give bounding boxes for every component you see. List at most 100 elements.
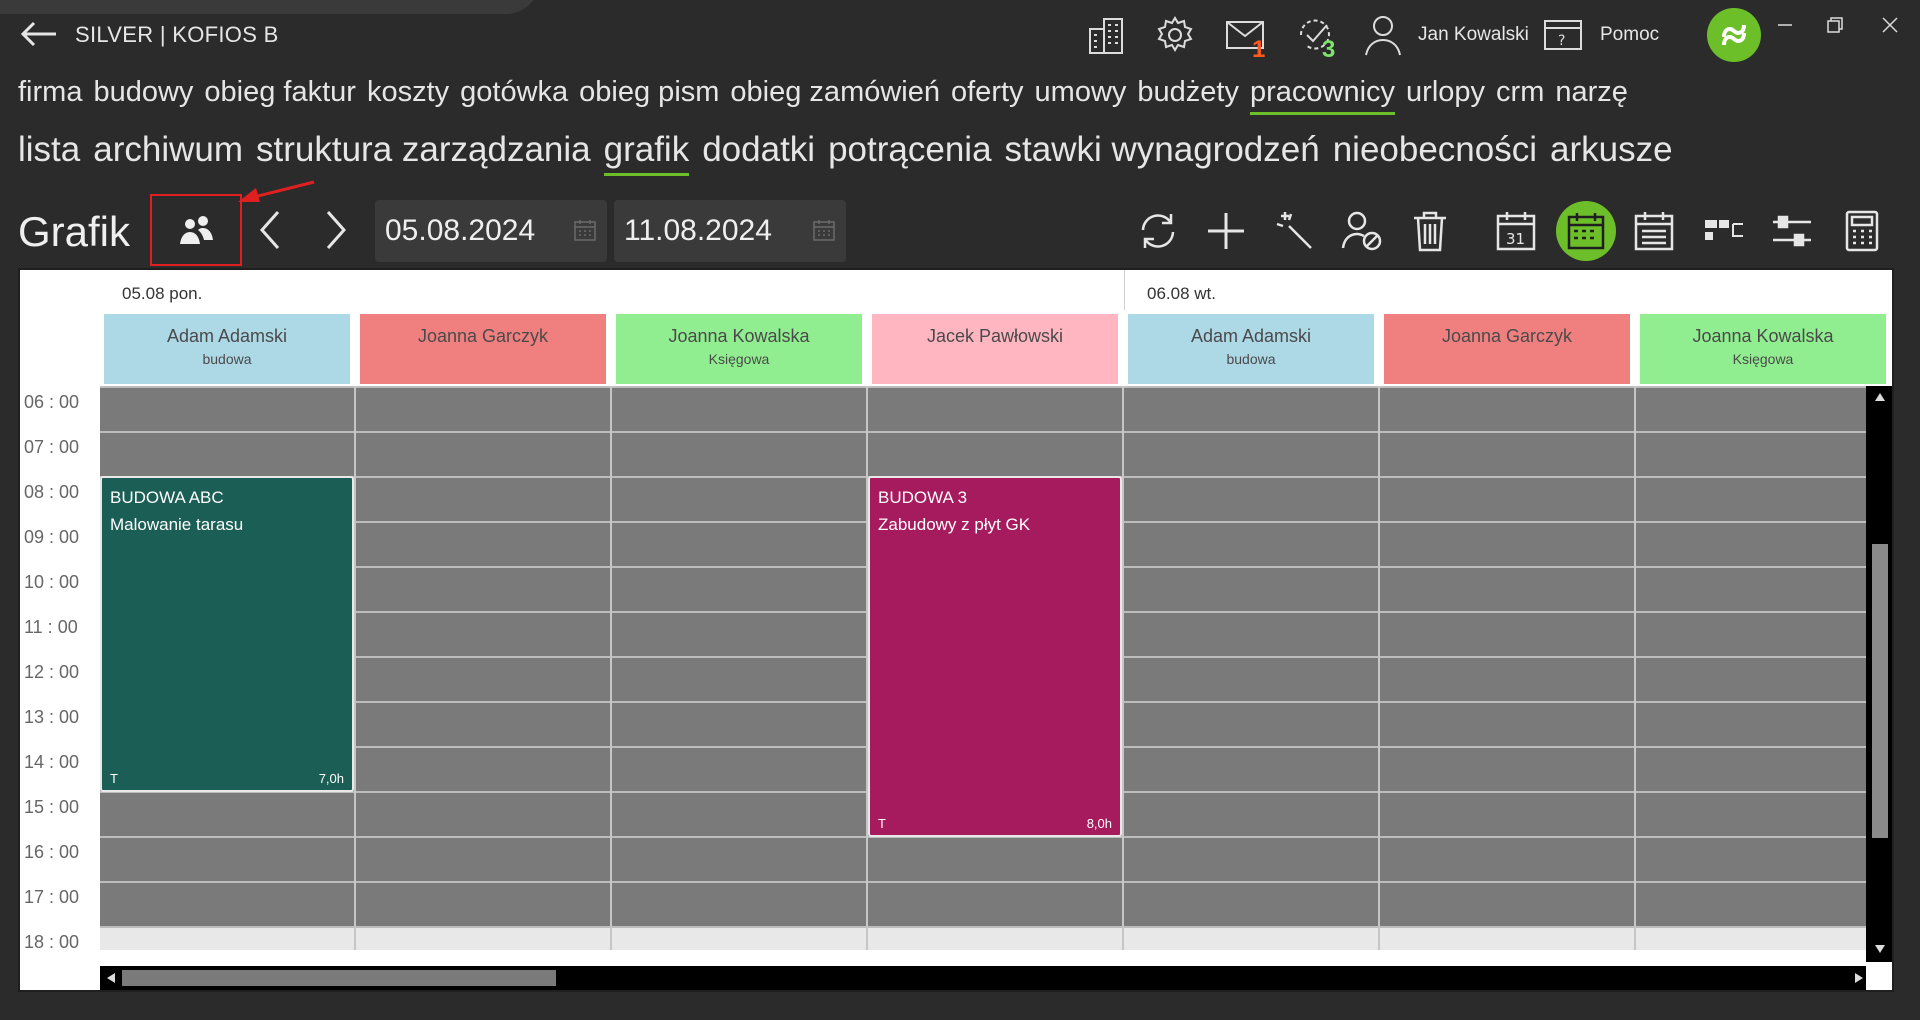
company-button[interactable] bbox=[1083, 12, 1129, 58]
employee-header[interactable]: Joanna Kowalska Księgowa bbox=[616, 314, 862, 384]
gear-icon bbox=[1157, 16, 1193, 52]
nav-budowy[interactable]: budowy bbox=[93, 76, 193, 115]
subnav-dodatki[interactable]: dodatki bbox=[702, 130, 815, 176]
calendar-picker-icon[interactable] bbox=[812, 218, 836, 242]
scroll-left-icon[interactable] bbox=[106, 972, 116, 984]
employee-header[interactable]: Adam Adamski budowa bbox=[104, 314, 350, 384]
delete-button[interactable] bbox=[1400, 200, 1460, 262]
employee-name: Jacek Pawłowski bbox=[926, 326, 1064, 346]
schedule-event[interactable]: BUDOWA 3 Zabudowy z płyt GK T 8,0h bbox=[868, 476, 1122, 837]
prev-week-button[interactable] bbox=[248, 204, 292, 256]
subnav-archiwum[interactable]: archiwum bbox=[93, 130, 243, 176]
nav-firma[interactable]: firma bbox=[18, 76, 82, 115]
day-view-button[interactable]: 31 bbox=[1486, 200, 1546, 262]
employee-header[interactable]: Adam Adamski budowa bbox=[1128, 314, 1374, 384]
svg-text:?: ? bbox=[1558, 33, 1565, 49]
employee-header[interactable]: Joanna Kowalska Księgowa bbox=[1640, 314, 1886, 384]
settings-button[interactable] bbox=[1152, 12, 1198, 58]
hour-label: 06 : 00 bbox=[24, 392, 80, 412]
refresh-icon bbox=[1141, 214, 1175, 248]
column-divider bbox=[1122, 386, 1124, 950]
nav-koszty[interactable]: koszty bbox=[367, 76, 449, 115]
user-icon bbox=[1365, 16, 1401, 56]
subnav-lista[interactable]: lista bbox=[18, 130, 80, 176]
schedule-event[interactable]: BUDOWA ABC Malowanie tarasu T 7,0h bbox=[100, 476, 354, 792]
subnav-nieobecnosci[interactable]: nieobecności bbox=[1333, 130, 1537, 176]
filters-button[interactable] bbox=[1762, 200, 1822, 262]
employee-name: Adam Adamski bbox=[166, 326, 288, 346]
employee-header[interactable]: Jacek Pawłowski bbox=[872, 314, 1118, 384]
subnav-potracenia[interactable]: potrącenia bbox=[828, 130, 991, 176]
restore-button[interactable] bbox=[1815, 10, 1855, 40]
subnav-arkusze[interactable]: arkusze bbox=[1550, 130, 1673, 176]
help-button[interactable]: ? bbox=[1540, 12, 1586, 58]
nav-crm[interactable]: crm bbox=[1496, 76, 1544, 115]
user-name[interactable]: Jan Kowalski bbox=[1418, 24, 1529, 46]
horizontal-scrollbar[interactable] bbox=[100, 966, 1866, 990]
hour-row[interactable] bbox=[100, 431, 1866, 474]
schedule-calendar: 05.08 pon. 06.08 wt. Adam Adamski budowa… bbox=[18, 268, 1894, 992]
select-employees-button[interactable] bbox=[150, 194, 242, 266]
refresh-button[interactable] bbox=[1128, 200, 1188, 262]
nav-obieg-pism[interactable]: obieg pism bbox=[579, 76, 719, 115]
column-divider bbox=[610, 386, 612, 950]
remove-employee-button[interactable] bbox=[1332, 200, 1392, 262]
minimize-button[interactable] bbox=[1765, 10, 1805, 40]
subnav-struktura[interactable]: struktura zarządzania bbox=[256, 130, 591, 176]
user-button[interactable] bbox=[1360, 12, 1406, 58]
add-button[interactable] bbox=[1196, 200, 1256, 262]
vertical-scroll-thumb[interactable] bbox=[1872, 544, 1888, 838]
employee-role: Księgowa bbox=[708, 351, 770, 367]
employee-name: Joanna Kowalska bbox=[1692, 326, 1834, 346]
subnav-stawki[interactable]: stawki wynagrodzeń bbox=[1005, 130, 1320, 176]
date-to-field[interactable]: 11.08.2024 bbox=[614, 200, 846, 262]
hour-row[interactable] bbox=[100, 926, 1866, 950]
module-nav: firma budowy obieg faktur koszty gotówka… bbox=[18, 76, 1628, 115]
close-button[interactable] bbox=[1870, 10, 1910, 40]
hour-label: 15 : 00 bbox=[24, 797, 80, 817]
nav-budzety[interactable]: budżety bbox=[1137, 76, 1239, 115]
auto-fill-button[interactable] bbox=[1264, 200, 1324, 262]
day-label: 06.08 wt. bbox=[1147, 284, 1216, 303]
nav-narzedzia[interactable]: narzę bbox=[1555, 76, 1628, 115]
date-from-field[interactable]: 05.08.2024 bbox=[375, 200, 607, 262]
employee-header[interactable]: Joanna Garczyk bbox=[1384, 314, 1630, 384]
nav-gotowka[interactable]: gotówka bbox=[460, 76, 568, 115]
event-duration: 8,0h bbox=[1086, 816, 1112, 831]
scroll-right-icon[interactable] bbox=[1854, 972, 1864, 984]
calendar-picker-icon[interactable] bbox=[573, 218, 597, 242]
tasks-button[interactable]: 3 bbox=[1292, 12, 1338, 63]
calculator-button[interactable] bbox=[1832, 200, 1892, 262]
scroll-up-icon[interactable] bbox=[1874, 392, 1886, 402]
submodule-nav: lista archiwum struktura zarządzania gra… bbox=[18, 130, 1673, 176]
nav-pracownicy[interactable]: pracownicy bbox=[1249, 76, 1396, 115]
help-label[interactable]: Pomoc bbox=[1600, 24, 1659, 46]
svg-text:31: 31 bbox=[1506, 230, 1525, 248]
nav-oferty[interactable]: oferty bbox=[951, 76, 1024, 115]
employee-header[interactable]: Joanna Garczyk bbox=[360, 314, 606, 384]
app-title: SILVER | KOFIOS B bbox=[75, 22, 279, 47]
vertical-scrollbar[interactable] bbox=[1866, 386, 1892, 962]
next-week-button[interactable] bbox=[314, 204, 358, 256]
timeline-view-button[interactable] bbox=[1694, 200, 1754, 262]
event-title: BUDOWA ABC bbox=[110, 488, 224, 507]
nav-obieg-zamowien[interactable]: obieg zamówień bbox=[730, 76, 940, 115]
event-flag: T bbox=[878, 816, 886, 831]
nav-umowy[interactable]: umowy bbox=[1035, 76, 1127, 115]
schedule-grid[interactable]: BUDOWA ABC Malowanie tarasu T 7,0h BUDOW… bbox=[100, 386, 1866, 950]
horizontal-scroll-thumb[interactable] bbox=[122, 970, 556, 986]
back-button[interactable] bbox=[18, 16, 58, 52]
nav-obieg-faktur[interactable]: obieg faktur bbox=[204, 76, 356, 115]
hour-label: 14 : 00 bbox=[24, 752, 80, 772]
calendar-day-icon: 31 bbox=[1496, 212, 1536, 251]
subnav-grafik[interactable]: grafik bbox=[603, 130, 689, 176]
hour-row[interactable] bbox=[100, 881, 1866, 924]
mail-button[interactable]: 1 bbox=[1222, 12, 1268, 63]
hour-row[interactable] bbox=[100, 836, 1866, 879]
nav-urlopy[interactable]: urlopy bbox=[1406, 76, 1485, 115]
scroll-down-icon[interactable] bbox=[1874, 944, 1886, 954]
week-view-button[interactable] bbox=[1556, 201, 1616, 261]
month-view-button[interactable] bbox=[1624, 200, 1684, 262]
hour-label: 13 : 00 bbox=[24, 707, 80, 727]
hour-row[interactable] bbox=[100, 386, 1866, 429]
